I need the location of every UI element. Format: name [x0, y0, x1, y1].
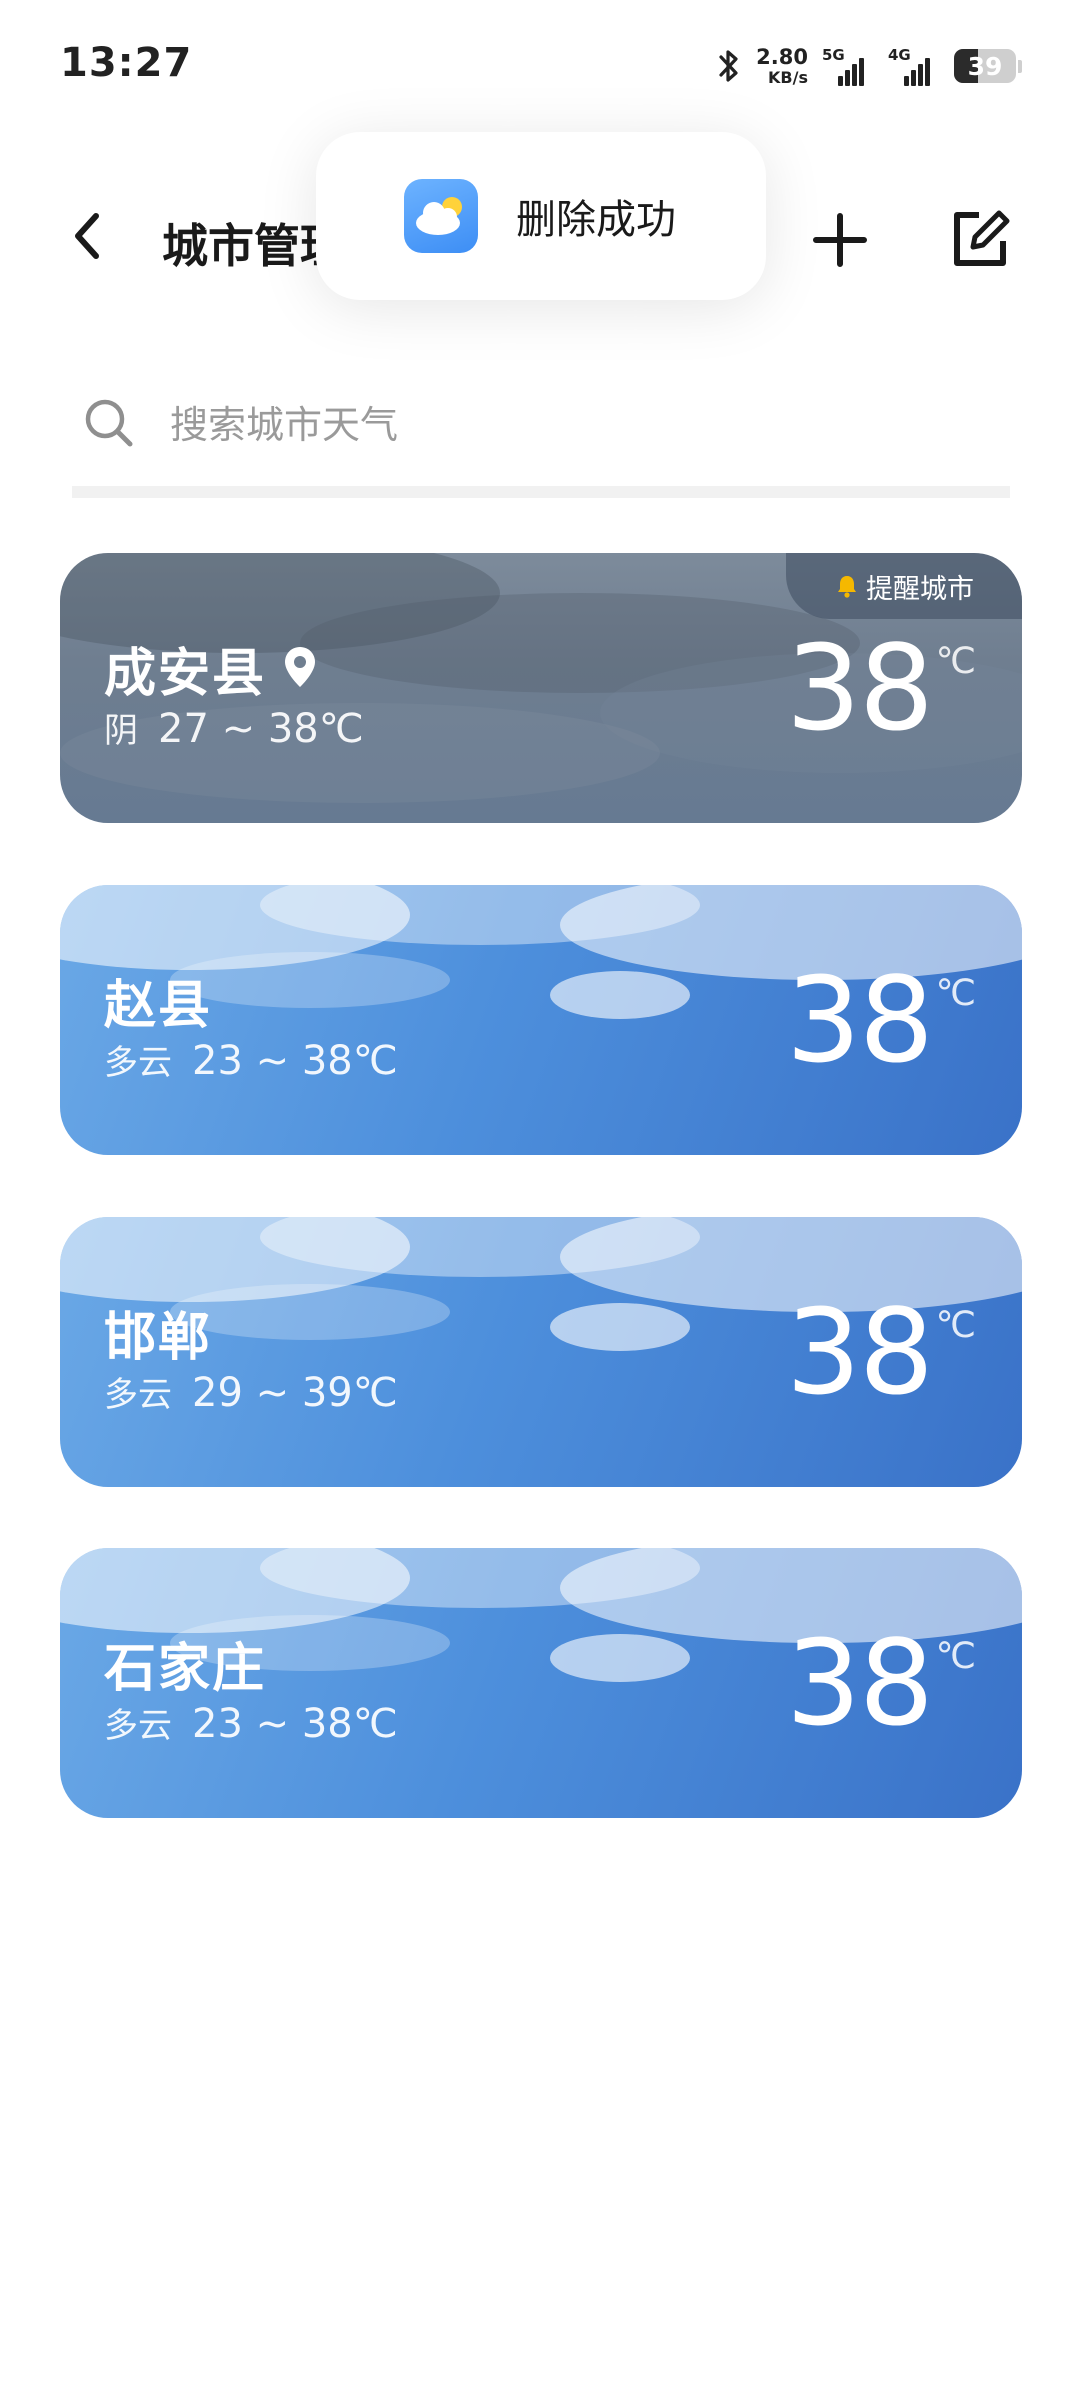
city-card[interactable]: 赵县 多云 23 ~ 38℃ 38 ℃ — [60, 885, 1022, 1155]
city-name: 赵县 — [104, 976, 213, 1036]
remind-city-label: 提醒城市 — [866, 573, 974, 605]
city-name: 成安县 — [104, 644, 267, 704]
search-input[interactable] — [168, 392, 972, 458]
signal-icon: 5G — [822, 46, 874, 86]
battery-icon: 39 — [954, 49, 1016, 83]
status-icons: 2.80 KB/s 5G 4G 39 — [716, 42, 1022, 90]
signal-5g-label: 5G — [822, 46, 845, 64]
city-card[interactable]: 提醒城市 成安县 阴 27 ~ 38℃ 38 ℃ — [60, 553, 1022, 823]
temperature-unit: ℃ — [935, 973, 976, 1014]
search-icon — [85, 399, 133, 447]
net-speed: 2.80 KB/s — [756, 44, 808, 87]
city-card[interactable]: 石家庄 多云 23 ~ 38℃ 38 ℃ — [60, 1548, 1022, 1818]
location-pin-icon — [285, 647, 315, 687]
city-management-screen: 13:27 2.80 KB/s 5G 4G 39 城市管理 删除成功 搜索城市天… — [0, 0, 1080, 2400]
weather-app-icon — [404, 179, 478, 253]
edit-icon — [954, 210, 1010, 266]
city-weather-summary: 阴 27 ~ 38℃ — [104, 703, 364, 752]
status-time: 13:27 — [60, 40, 193, 86]
bluetooth-icon — [719, 50, 738, 82]
weather-condition: 多云 — [104, 1375, 172, 1415]
city-name: 石家庄 — [104, 1639, 267, 1699]
temp-range: 27 ~ 38℃ — [158, 706, 364, 752]
city-card[interactable]: 邯郸 多云 29 ~ 39℃ 38 ℃ — [60, 1217, 1022, 1487]
plus-icon — [813, 213, 867, 267]
city-name: 邯郸 — [104, 1308, 213, 1368]
city-weather-summary: 多云 23 ~ 38℃ — [104, 1035, 398, 1084]
status-bar: 13:27 2.80 KB/s 5G 4G 39 — [0, 0, 1080, 130]
net-speed-unit: KB/s — [768, 67, 808, 87]
toast-text: 删除成功 — [516, 197, 676, 243]
current-temperature: 38 — [785, 1283, 934, 1421]
net-speed-value: 2.80 — [756, 44, 808, 69]
temp-range: 23 ~ 38℃ — [192, 1038, 398, 1084]
battery-level: 39 — [967, 51, 1003, 81]
temperature-unit: ℃ — [935, 641, 976, 682]
back-button[interactable] — [56, 204, 120, 268]
signal-4g-label: 4G — [888, 46, 911, 64]
bell-icon — [838, 576, 856, 598]
add-city-button[interactable] — [800, 200, 880, 280]
signal-icon: 4G — [888, 46, 940, 86]
city-weather-summary: 多云 23 ~ 38℃ — [104, 1698, 398, 1747]
current-temperature: 38 — [785, 951, 934, 1089]
weather-condition: 多云 — [104, 1706, 172, 1746]
temperature-unit: ℃ — [935, 1305, 976, 1346]
remind-city-badge: 提醒城市 — [786, 553, 1022, 619]
temp-range: 23 ~ 38℃ — [192, 1701, 398, 1747]
current-temperature: 38 — [785, 619, 934, 757]
temp-range: 29 ~ 39℃ — [192, 1370, 398, 1416]
city-weather-summary: 多云 29 ~ 39℃ — [104, 1367, 398, 1416]
chevron-left-icon — [75, 213, 99, 259]
toast-notification: 删除成功 — [316, 132, 766, 300]
weather-condition: 阴 — [104, 711, 138, 751]
edit-button[interactable] — [940, 200, 1020, 280]
battery-tip — [1018, 59, 1022, 73]
current-temperature: 38 — [785, 1614, 934, 1752]
search-bar — [72, 370, 1010, 498]
weather-condition: 多云 — [104, 1043, 172, 1083]
temperature-unit: ℃ — [935, 1636, 976, 1677]
